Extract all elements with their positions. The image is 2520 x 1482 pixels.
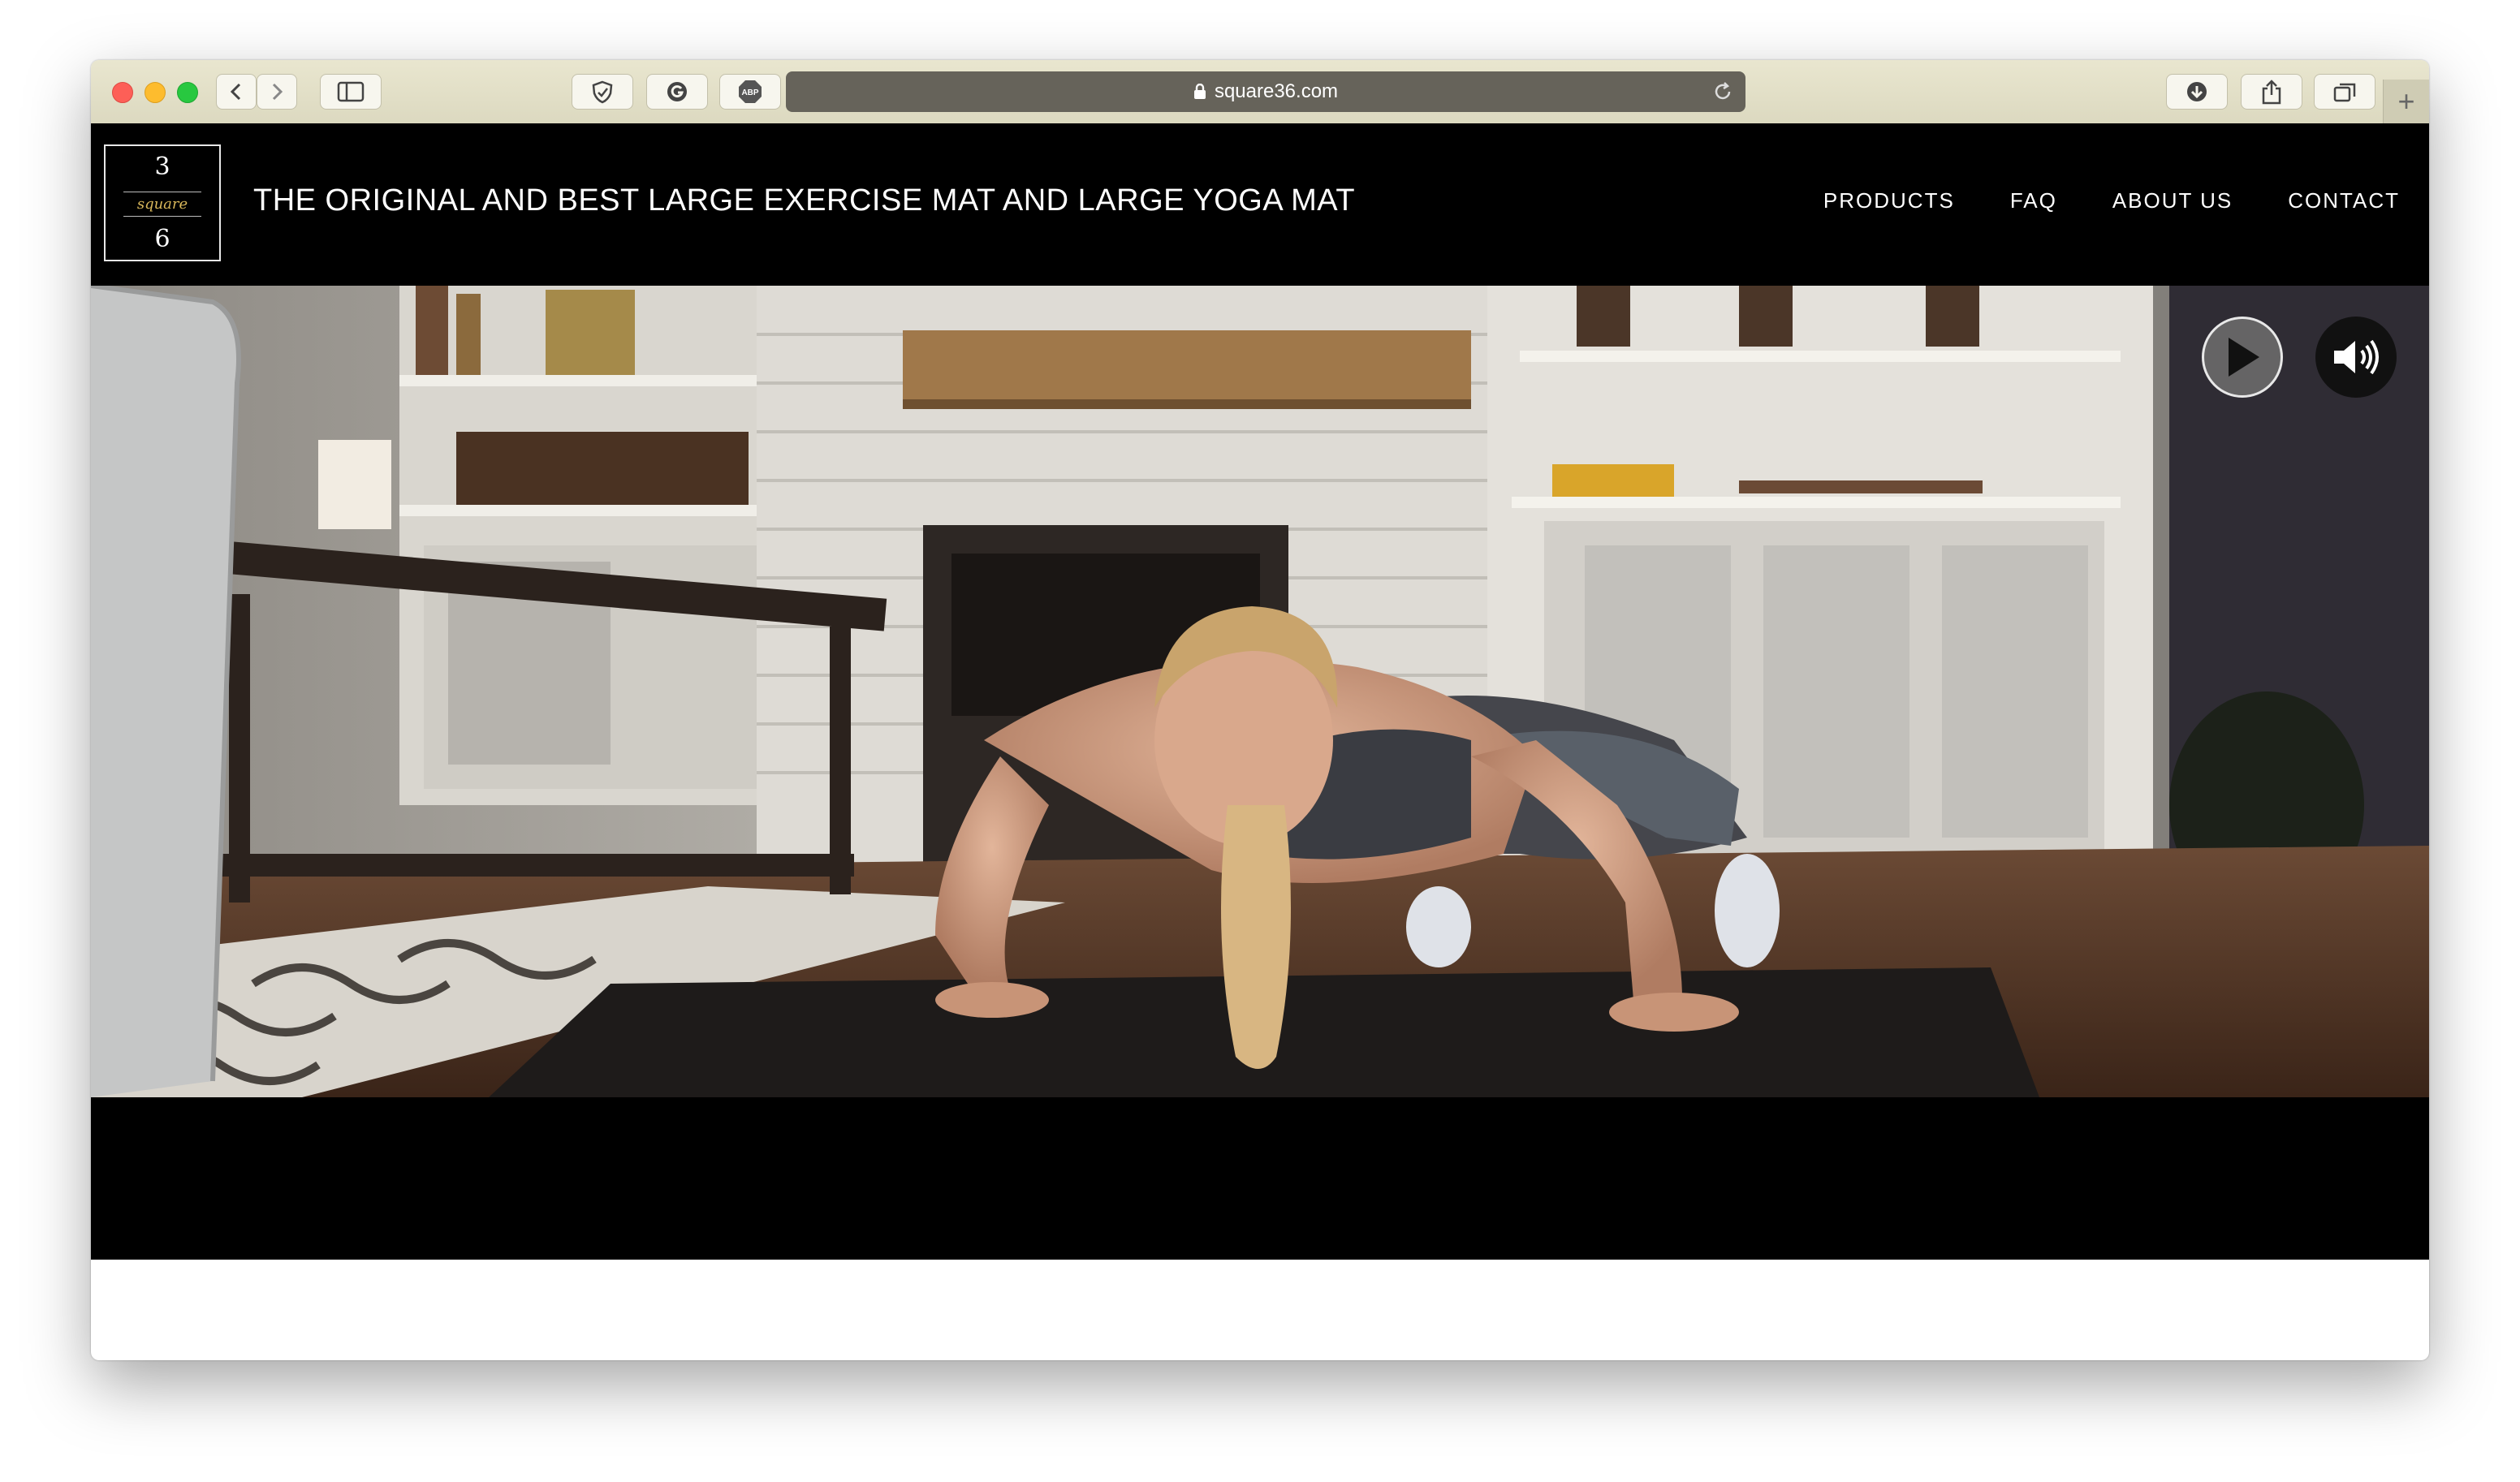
nav-contact[interactable]: CONTACT [2288, 188, 2400, 213]
tabs-icon [2333, 83, 2356, 102]
forward-button[interactable] [257, 74, 297, 110]
nav-about-us[interactable]: ABOUT US [2112, 188, 2233, 213]
url-text: square36.com [1214, 80, 1339, 102]
site-logo[interactable]: 3 square 6 [104, 144, 221, 261]
adblock-extension-button[interactable]: ABP [719, 74, 781, 110]
site-header: 3 square 6 THE ORIGINAL AND BEST LARGE E… [91, 123, 2429, 286]
share-icon [2262, 80, 2281, 105]
grammarly-icon [667, 82, 687, 101]
logo-word: square [123, 192, 201, 217]
minimize-window-button[interactable] [145, 82, 166, 103]
play-button[interactable] [2202, 317, 2283, 398]
play-icon [2229, 338, 2259, 377]
site-title: THE ORIGINAL AND BEST LARGE EXERCISE MAT… [253, 183, 1356, 218]
reload-icon[interactable] [1711, 80, 1734, 103]
back-button[interactable] [216, 74, 257, 110]
zoom-window-button[interactable] [177, 82, 198, 103]
logo-number-top: 3 [154, 153, 170, 181]
new-tab-icon: + [2397, 84, 2415, 118]
forward-icon [272, 83, 283, 101]
browser-window: ABP square36.com + 3 square 6 THE ORIGIN… [91, 60, 2429, 1360]
volume-button[interactable] [2315, 317, 2397, 398]
browser-toolbar: ABP square36.com + [91, 60, 2429, 124]
sidebar-button[interactable] [320, 74, 382, 110]
downloads-icon [2187, 82, 2207, 101]
lock-icon [1193, 84, 1206, 99]
close-window-button[interactable] [112, 82, 133, 103]
grammarly-extension-button[interactable] [646, 74, 708, 110]
adblock-abp-icon: ABP [739, 80, 762, 103]
privacy-shield-icon [592, 80, 613, 104]
back-icon [230, 83, 241, 101]
share-button[interactable] [2241, 74, 2302, 110]
nav-products[interactable]: PRODUCTS [1823, 188, 1955, 213]
video-letterbox [91, 1097, 2429, 1260]
hero-video-frame [91, 286, 2429, 1097]
svg-text:ABP: ABP [741, 88, 758, 97]
nav-faq[interactable]: FAQ [2010, 188, 2057, 213]
main-nav: PRODUCTS FAQ ABOUT US CONTACT [1823, 188, 2400, 213]
downloads-button[interactable] [2166, 74, 2228, 110]
new-tab-button[interactable]: + [2383, 80, 2429, 123]
volume-icon [2334, 339, 2379, 375]
logo-number-bottom: 6 [154, 225, 170, 253]
show-tabs-button[interactable] [2314, 74, 2375, 110]
sidebar-icon [337, 81, 365, 102]
hero-video[interactable] [91, 286, 2429, 1097]
address-bar[interactable]: square36.com [786, 71, 1745, 112]
privacy-report-button[interactable] [572, 74, 633, 110]
